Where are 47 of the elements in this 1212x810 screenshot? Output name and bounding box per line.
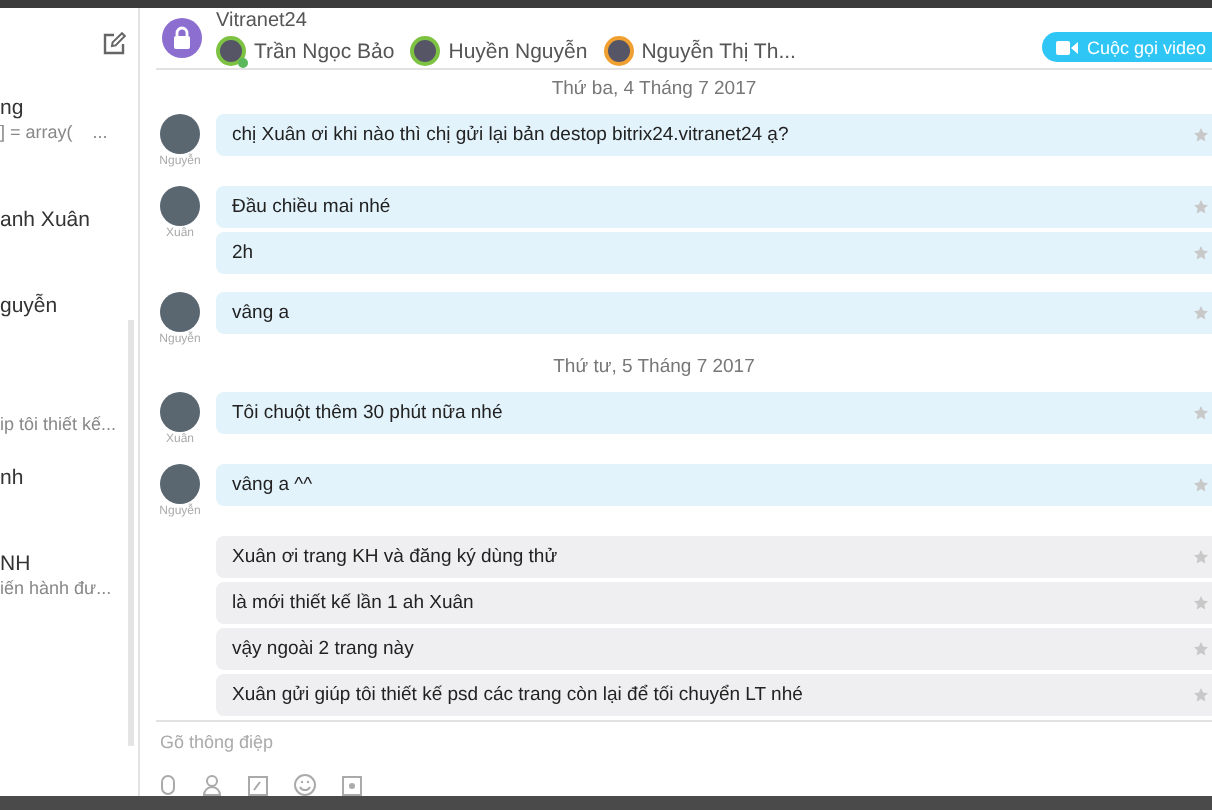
star-icon[interactable] [1194, 550, 1208, 564]
smiley-icon[interactable] [294, 774, 316, 796]
chat-name[interactable]: ng [0, 96, 138, 122]
edit-icon[interactable] [102, 32, 126, 56]
message-preview: ip tôi thiết kế... [0, 414, 117, 436]
user-avatar [160, 186, 200, 226]
user-avatar [160, 114, 200, 154]
user-icon[interactable] [202, 774, 222, 796]
message-text: vâng a ^^ [232, 474, 313, 496]
message-text: vậy ngoài 2 trang này [232, 638, 414, 660]
member-name[interactable]: Trần Ngọc Bảo [254, 39, 395, 63]
member-name[interactable]: Nguyễn Thị Th... [641, 39, 796, 63]
star-icon[interactable] [1194, 478, 1208, 492]
star-icon[interactable] [1194, 306, 1208, 320]
chat-name[interactable]: NH [0, 552, 138, 578]
chat-name[interactable]: anh Xuân [0, 208, 138, 234]
star-icon[interactable] [1194, 406, 1208, 420]
message-text: Xuân ơi trang KH và đăng ký dùng thử [232, 546, 558, 568]
message-text: 2h [232, 242, 254, 264]
member-name[interactable]: Huyền Nguyễn [448, 39, 588, 63]
lock-icon [162, 18, 202, 58]
star-icon[interactable] [1194, 246, 1208, 260]
message-text: vâng a [232, 302, 290, 324]
star-icon[interactable] [1194, 688, 1208, 702]
message-text: Tôi chuột thêm 30 phút nữa nhé [232, 402, 503, 424]
chat-name[interactable]: nh [0, 466, 138, 492]
message-text: là mới thiết kế lần 1 ah Xuân [232, 592, 474, 614]
chat-title: Vitranet24 [216, 10, 309, 32]
image-icon[interactable] [248, 775, 268, 795]
more-text: ... [92, 122, 108, 144]
star-icon[interactable] [1194, 642, 1208, 656]
star-icon[interactable] [1194, 128, 1208, 142]
message-text: chị Xuân ơi khi nào thì chị gửi lại bản destop bitrix24.vitranet24 ạ? [232, 124, 789, 146]
video-camera-icon [1056, 39, 1079, 55]
message-text: Xuân gửi giúp tôi thiết kế psd các trang còn lại để tối chuyển LT nhé [232, 684, 803, 706]
file-icon[interactable] [342, 775, 362, 795]
attachment-icon[interactable] [160, 774, 176, 796]
user-avatar [160, 464, 200, 504]
star-icon[interactable] [1194, 200, 1208, 214]
user-avatar [160, 292, 200, 332]
message-preview: iến hành đư... [0, 578, 112, 600]
message-text: Đầu chiều mai nhé [232, 196, 391, 218]
message-input[interactable]: Gõ thông điệp [156, 722, 1212, 762]
chat-name[interactable]: guyễn [0, 294, 138, 320]
star-icon[interactable] [1194, 596, 1208, 610]
user-avatar [160, 392, 200, 432]
message-preview: ] = array( [0, 122, 73, 144]
